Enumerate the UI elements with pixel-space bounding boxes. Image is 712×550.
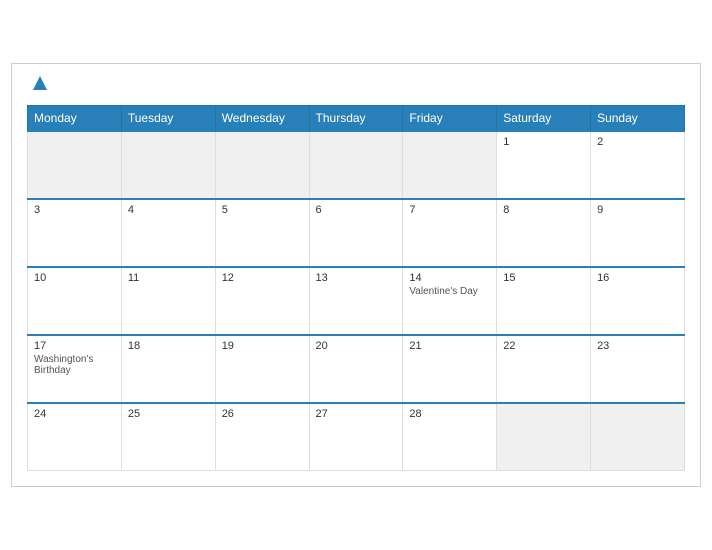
calendar-cell: 17 Washington's Birthday [28, 335, 122, 403]
day-number: 9 [597, 204, 678, 216]
day-number: 21 [409, 340, 490, 352]
day-header-sunday: Sunday [591, 105, 685, 131]
calendar-cell [591, 403, 685, 471]
event-label: Washington's Birthday [34, 354, 115, 376]
day-number: 2 [597, 136, 678, 148]
calendar-cell: 25 [121, 403, 215, 471]
day-number: 13 [316, 272, 397, 284]
calendar-cell: 9 [591, 199, 685, 267]
calendar-cell: 4 [121, 199, 215, 267]
day-number: 6 [316, 204, 397, 216]
day-number: 23 [597, 340, 678, 352]
calendar-cell [215, 131, 309, 199]
day-number: 15 [503, 272, 584, 284]
calendar-cell: 23 [591, 335, 685, 403]
day-number: 14 [409, 272, 490, 284]
calendar-table: MondayTuesdayWednesdayThursdayFridaySatu… [27, 105, 685, 472]
calendar-cell: 16 [591, 267, 685, 335]
calendar-cell [28, 131, 122, 199]
calendar-cell: 13 [309, 267, 403, 335]
calendar-tbody: 1234567891011121314Valentine's Day151617… [28, 131, 685, 471]
event-label: Valentine's Day [409, 286, 490, 297]
day-number: 17 [34, 340, 115, 352]
calendar-cell: 28 [403, 403, 497, 471]
calendar-cell: 11 [121, 267, 215, 335]
day-number: 4 [128, 204, 209, 216]
calendar-cell: 6 [309, 199, 403, 267]
calendar-cell: 3 [28, 199, 122, 267]
calendar-cell: 1 [497, 131, 591, 199]
calendar-cell: 15 [497, 267, 591, 335]
logo-text [31, 74, 49, 97]
day-number: 25 [128, 408, 209, 420]
calendar-cell: 2 [591, 131, 685, 199]
day-header-wednesday: Wednesday [215, 105, 309, 131]
days-header-row: MondayTuesdayWednesdayThursdayFridaySatu… [28, 105, 685, 131]
day-header-saturday: Saturday [497, 105, 591, 131]
day-number: 27 [316, 408, 397, 420]
day-number: 20 [316, 340, 397, 352]
calendar-cell: 18 [121, 335, 215, 403]
day-number: 7 [409, 204, 490, 216]
calendar-thead: MondayTuesdayWednesdayThursdayFridaySatu… [28, 105, 685, 131]
calendar-cell [403, 131, 497, 199]
day-number: 18 [128, 340, 209, 352]
day-header-monday: Monday [28, 105, 122, 131]
day-header-friday: Friday [403, 105, 497, 131]
calendar-cell: 8 [497, 199, 591, 267]
week-row-5: 24 25 26 27 28 [28, 403, 685, 471]
calendar-cell [497, 403, 591, 471]
day-number: 11 [128, 272, 209, 284]
calendar-header [27, 74, 685, 97]
week-row-4: 17 Washington's Birthday 18 19 20 21 22 23 [28, 335, 685, 403]
calendar-cell [121, 131, 215, 199]
day-number: 1 [503, 136, 584, 148]
week-row-3: 10 11 12 13 14 Valentine's Day 15 16 [28, 267, 685, 335]
calendar-cell: 24 [28, 403, 122, 471]
calendar-cell: 20 [309, 335, 403, 403]
day-number: 16 [597, 272, 678, 284]
day-header-thursday: Thursday [309, 105, 403, 131]
day-number: 19 [222, 340, 303, 352]
day-number: 28 [409, 408, 490, 420]
calendar-cell: 10 [28, 267, 122, 335]
day-number: 8 [503, 204, 584, 216]
logo [31, 74, 49, 97]
calendar-cell: 27 [309, 403, 403, 471]
calendar-container: MondayTuesdayWednesdayThursdayFridaySatu… [11, 63, 701, 488]
calendar-cell: 22 [497, 335, 591, 403]
day-number: 22 [503, 340, 584, 352]
day-number: 10 [34, 272, 115, 284]
calendar-cell: 7 [403, 199, 497, 267]
logo-icon [31, 74, 49, 92]
calendar-cell: 26 [215, 403, 309, 471]
day-number: 12 [222, 272, 303, 284]
day-number: 5 [222, 204, 303, 216]
day-number: 24 [34, 408, 115, 420]
day-header-tuesday: Tuesday [121, 105, 215, 131]
calendar-cell: 12 [215, 267, 309, 335]
calendar-cell: 19 [215, 335, 309, 403]
calendar-cell: 5 [215, 199, 309, 267]
week-row-2: 3 4 5 67 8 9 [28, 199, 685, 267]
week-row-1: 12 [28, 131, 685, 199]
calendar-cell: 14 Valentine's Day [403, 267, 497, 335]
day-number: 26 [222, 408, 303, 420]
calendar-cell [309, 131, 403, 199]
day-number: 3 [34, 204, 115, 216]
calendar-cell: 21 [403, 335, 497, 403]
